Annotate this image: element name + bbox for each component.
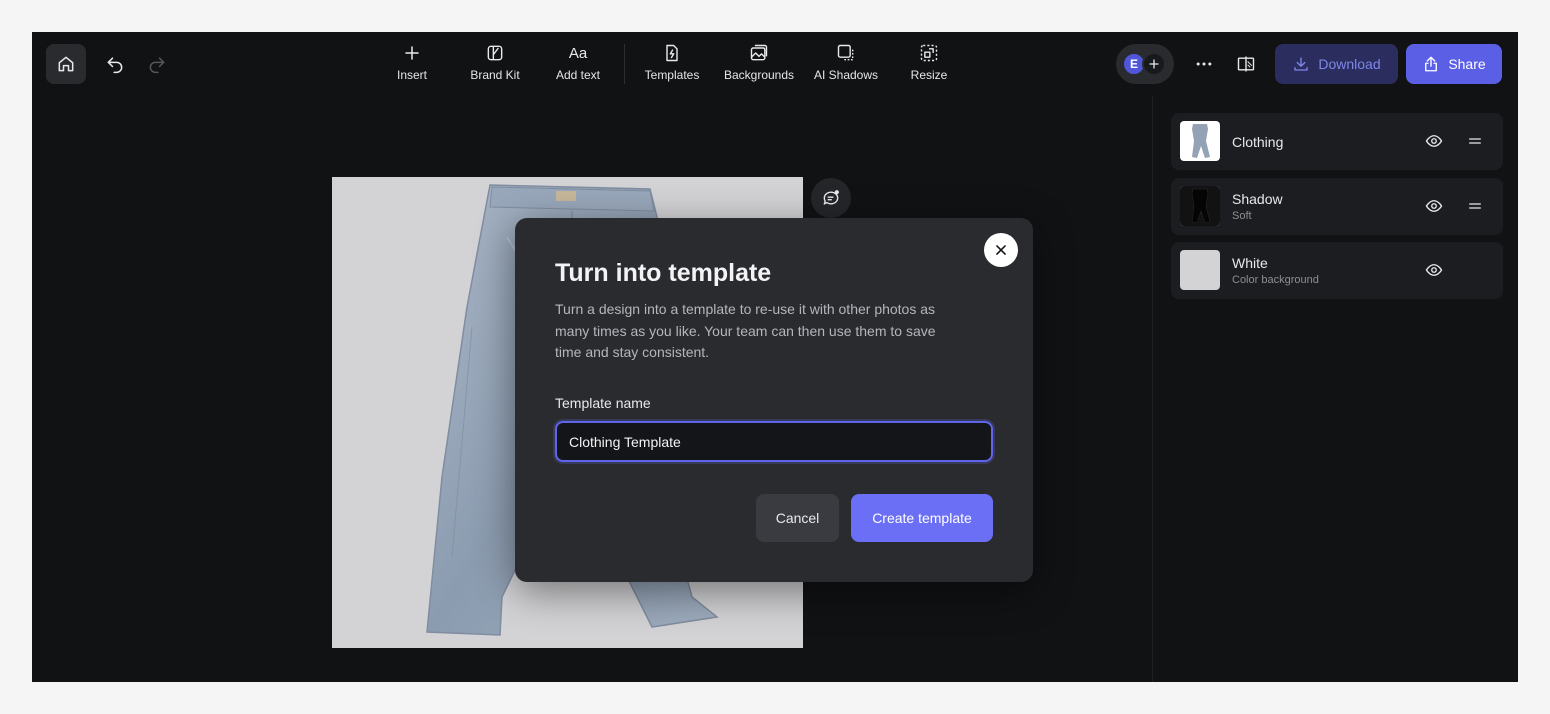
cancel-button[interactable]: Cancel (756, 494, 839, 542)
brand-kit-tool[interactable]: Brand Kit (464, 42, 526, 88)
home-icon (58, 56, 74, 72)
layer-thumbnail (1180, 250, 1220, 290)
shadow-icon (837, 44, 854, 61)
more-horizontal-icon (1196, 62, 1212, 66)
plus-icon (1149, 59, 1159, 69)
plus-icon (405, 46, 419, 60)
share-icon (1425, 56, 1438, 72)
eye-icon (1425, 135, 1443, 147)
turn-into-template-dialog: Turn into template Turn a design into a … (515, 218, 1033, 582)
layer-thumbnail (1180, 121, 1220, 161)
download-icon (1294, 57, 1309, 71)
text-glyph-icon: Aa (568, 44, 588, 62)
resize-label: Resize (910, 68, 948, 82)
create-template-button[interactable]: Create template (851, 494, 993, 542)
add-text-tool[interactable]: Aa Add text (550, 42, 606, 88)
editor-app: Insert Brand Kit Aa Add text Templates B… (32, 32, 1518, 682)
templates-label: Templates (644, 68, 700, 82)
dialog-description: Turn a design into a template to re-use … (555, 301, 936, 360)
backgrounds-tool[interactable]: Backgrounds (720, 42, 798, 88)
undo-button[interactable] (95, 44, 135, 84)
add-text-label: Add text (555, 68, 601, 82)
share-label: Share (1448, 56, 1486, 72)
resize-icon (920, 44, 938, 62)
add-comment-button[interactable] (811, 178, 851, 218)
eye-icon (1425, 200, 1443, 212)
undo-icon (107, 57, 123, 74)
eye-icon (1425, 264, 1443, 276)
drag-handle-icon (1469, 138, 1481, 144)
drag-handle-icon (1469, 203, 1481, 209)
jeans-thumbnail (1192, 124, 1210, 158)
template-name-label: Template name (555, 395, 651, 411)
redo-button[interactable] (137, 44, 177, 84)
compare-icon (1237, 56, 1255, 72)
layer-item-white[interactable]: White Color background (1171, 242, 1503, 299)
insert-tool[interactable]: Insert (389, 42, 435, 88)
layer-item-clothing[interactable]: Clothing (1171, 113, 1503, 170)
template-bolt-icon (666, 44, 678, 62)
dialog-title: Turn into template (555, 259, 772, 287)
close-icon (996, 245, 1006, 255)
layer-thumbnail (1180, 186, 1220, 226)
layer-name: Clothing (1232, 134, 1284, 150)
layer-subtitle: Color background (1232, 274, 1319, 286)
drag-handle[interactable] (1464, 195, 1486, 217)
layer-name: White (1232, 255, 1268, 271)
visibility-toggle[interactable] (1423, 195, 1445, 217)
brand-kit-icon (487, 45, 503, 61)
brand-kit-label: Brand Kit (470, 68, 520, 82)
template-name-input[interactable] (555, 421, 993, 462)
compare-button[interactable] (1226, 44, 1266, 84)
shadow-thumbnail (1180, 186, 1220, 226)
insert-label: Insert (396, 68, 427, 82)
share-button[interactable]: Share (1406, 44, 1502, 84)
toolbar-divider (624, 44, 625, 84)
backgrounds-label: Backgrounds (723, 68, 795, 82)
resize-tool[interactable]: Resize (904, 42, 954, 88)
layers-panel: Clothing Shadow Soft White Color backgro… (1152, 96, 1518, 682)
templates-tool[interactable]: Templates (640, 42, 704, 88)
download-button[interactable]: Download (1275, 44, 1398, 84)
comment-add-icon (823, 190, 839, 205)
ai-shadows-tool[interactable]: AI Shadows (812, 42, 880, 88)
visibility-toggle[interactable] (1423, 130, 1445, 152)
close-button[interactable] (984, 233, 1018, 267)
backgrounds-icon (750, 44, 768, 61)
download-label: Download (1318, 56, 1381, 72)
home-button[interactable] (46, 44, 86, 84)
ai-shadows-label: AI Shadows (813, 68, 879, 82)
layer-name: Shadow (1232, 191, 1283, 207)
invite-button[interactable] (1142, 52, 1166, 76)
collaborators[interactable]: E (1116, 44, 1174, 84)
redo-icon (149, 57, 165, 74)
layer-item-shadow[interactable]: Shadow Soft (1171, 178, 1503, 235)
drag-handle[interactable] (1464, 130, 1486, 152)
visibility-toggle[interactable] (1423, 259, 1445, 281)
more-button[interactable] (1184, 44, 1224, 84)
layer-subtitle: Soft (1232, 210, 1252, 222)
top-toolbar: Insert Brand Kit Aa Add text Templates B… (32, 32, 1518, 96)
